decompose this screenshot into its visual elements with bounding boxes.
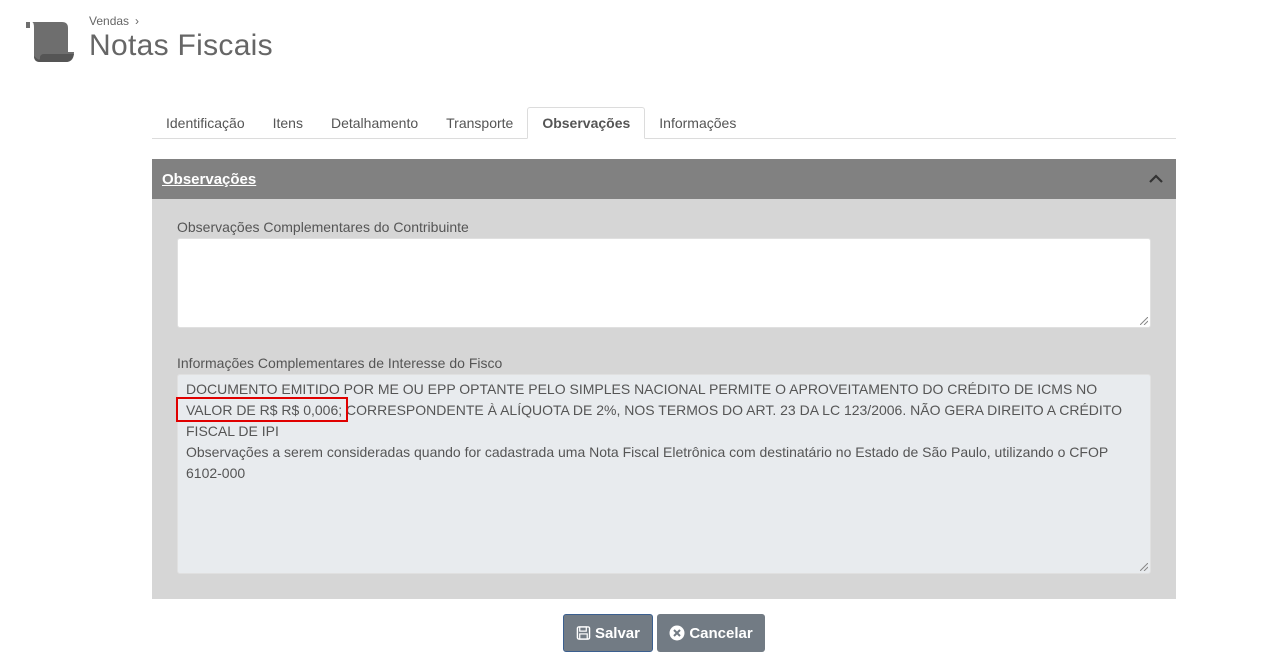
form-actions: Salvar Cancelar xyxy=(563,614,765,652)
tab-bar: Identificação Itens Detalhamento Transpo… xyxy=(152,107,1176,139)
page-header: Vendas › Notas Fiscais xyxy=(22,12,622,72)
floppy-disk-icon xyxy=(576,626,591,640)
informacoes-fisco-textarea[interactable]: DOCUMENTO EMITIDO POR ME OU EPP OPTANTE … xyxy=(176,374,1151,574)
highlight-box xyxy=(176,397,348,422)
tab-informacoes[interactable]: Informações xyxy=(645,107,750,139)
tab-observacoes[interactable]: Observações xyxy=(527,107,646,139)
chevron-up-icon[interactable] xyxy=(1146,169,1166,189)
resize-grip-icon[interactable] xyxy=(1140,563,1148,571)
save-button[interactable]: Salvar xyxy=(563,614,653,652)
tab-identificacao[interactable]: Identificação xyxy=(152,107,259,139)
resize-grip-icon[interactable] xyxy=(1140,317,1148,325)
page-title: Notas Fiscais xyxy=(89,29,273,62)
fisco-text-line: FISCAL DE IPI xyxy=(186,423,279,439)
fisco-text-line-highlighted: VALOR DE R$ R$ 0,006; CORRESPONDENTE À A… xyxy=(176,397,1142,422)
panel-title[interactable]: Observações xyxy=(162,171,256,188)
tab-itens[interactable]: Itens xyxy=(259,107,317,139)
tab-detalhamento[interactable]: Detalhamento xyxy=(317,107,432,139)
panel-header[interactable]: Observações xyxy=(152,159,1176,199)
fisco-text-line: 6102-000 xyxy=(186,465,246,481)
tab-transporte[interactable]: Transporte xyxy=(432,107,527,139)
save-button-label: Salvar xyxy=(594,624,640,642)
observacoes-contribuinte-textarea[interactable] xyxy=(177,238,1151,328)
close-circle-icon xyxy=(669,625,685,641)
cancel-button[interactable]: Cancelar xyxy=(657,614,765,652)
breadcrumb: Vendas › xyxy=(89,14,139,28)
observacoes-panel: Observações Observações Complementares d… xyxy=(152,159,1176,599)
fisco-text-line: Observações a serem consideradas quando … xyxy=(186,444,1109,460)
field-label-observacoes-contribuinte: Observações Complementares do Contribuin… xyxy=(177,219,469,235)
field-label-informacoes-fisco: Informações Complementares de Interesse … xyxy=(177,355,503,371)
breadcrumb-item-vendas[interactable]: Vendas xyxy=(89,14,129,28)
breadcrumb-separator: › xyxy=(135,14,140,28)
cancel-button-label: Cancelar xyxy=(689,624,753,642)
scroll-document-icon xyxy=(26,22,74,62)
